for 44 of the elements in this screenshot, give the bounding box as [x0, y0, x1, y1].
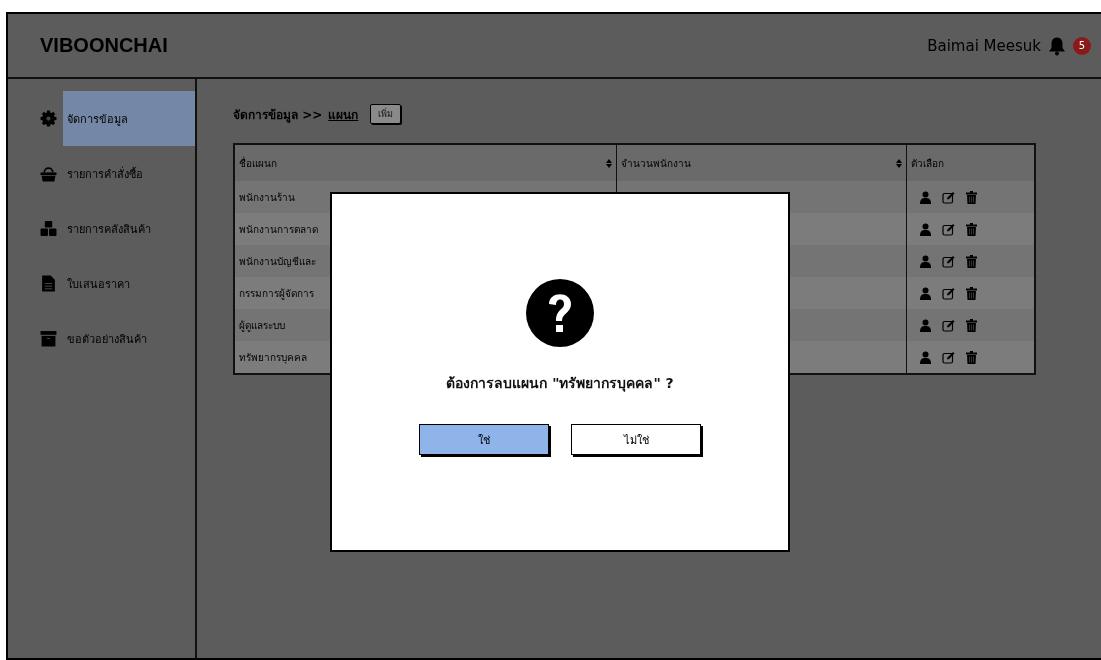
sort-icon[interactable]	[895, 158, 902, 168]
breadcrumb-parent[interactable]: จัดการข้อมูล >>	[233, 104, 323, 124]
basket-icon	[40, 165, 57, 182]
boxes-icon	[40, 220, 57, 237]
trash-icon[interactable]	[964, 254, 978, 268]
sort-icon[interactable]	[605, 158, 612, 168]
question-icon	[525, 278, 595, 348]
edit-icon[interactable]	[941, 286, 955, 300]
trash-icon[interactable]	[964, 350, 978, 364]
add-button[interactable]: เพิ่ม	[370, 104, 402, 124]
column-header[interactable]: ชื่อแผนก	[234, 144, 616, 181]
column-header: ตัวเลือก	[906, 144, 1035, 181]
cancel-button[interactable]: ไม่ใช่	[571, 424, 701, 455]
user-icon[interactable]	[918, 318, 932, 332]
bell-icon[interactable]	[1047, 35, 1067, 56]
user-icon[interactable]	[918, 190, 932, 204]
edit-icon[interactable]	[941, 350, 955, 364]
user-icon[interactable]	[918, 286, 932, 300]
file-icon	[40, 275, 57, 292]
user-icon[interactable]	[918, 350, 932, 364]
sidebar-item[interactable]: ขอตัวอย่างสินค้า	[63, 311, 195, 366]
confirm-button[interactable]: ใช่	[419, 424, 549, 455]
column-header[interactable]: จำนวนพนักงาน	[616, 144, 906, 181]
sidebar-item[interactable]: รายการคลังสินค้า	[63, 201, 195, 256]
user-icon[interactable]	[918, 222, 932, 236]
trash-icon[interactable]	[964, 286, 978, 300]
trash-icon[interactable]	[964, 190, 978, 204]
trash-icon[interactable]	[964, 318, 978, 332]
notification-badge: 5	[1073, 36, 1091, 55]
edit-icon[interactable]	[941, 254, 955, 268]
archive-icon	[40, 330, 57, 347]
user-name[interactable]: Baimai Meesuk	[927, 36, 1041, 55]
gear-icon	[40, 110, 57, 127]
edit-icon[interactable]	[941, 190, 955, 204]
trash-icon[interactable]	[964, 222, 978, 236]
user-icon[interactable]	[918, 254, 932, 268]
breadcrumb-current[interactable]: แผนก	[328, 104, 359, 124]
sidebar-item[interactable]: จัดการข้อมูล	[63, 91, 195, 146]
app-logo: VIBOONCHAI	[40, 34, 168, 57]
edit-icon[interactable]	[941, 222, 955, 236]
sidebar-item[interactable]: ใบเสนอราคา	[63, 256, 195, 311]
dialog-message: ต้องการลบแผนก "ทรัพยากรบุคคล" ?	[446, 374, 674, 394]
sidebar-item[interactable]: รายการคำสั่งซื้อ	[63, 146, 195, 201]
edit-icon[interactable]	[941, 318, 955, 332]
